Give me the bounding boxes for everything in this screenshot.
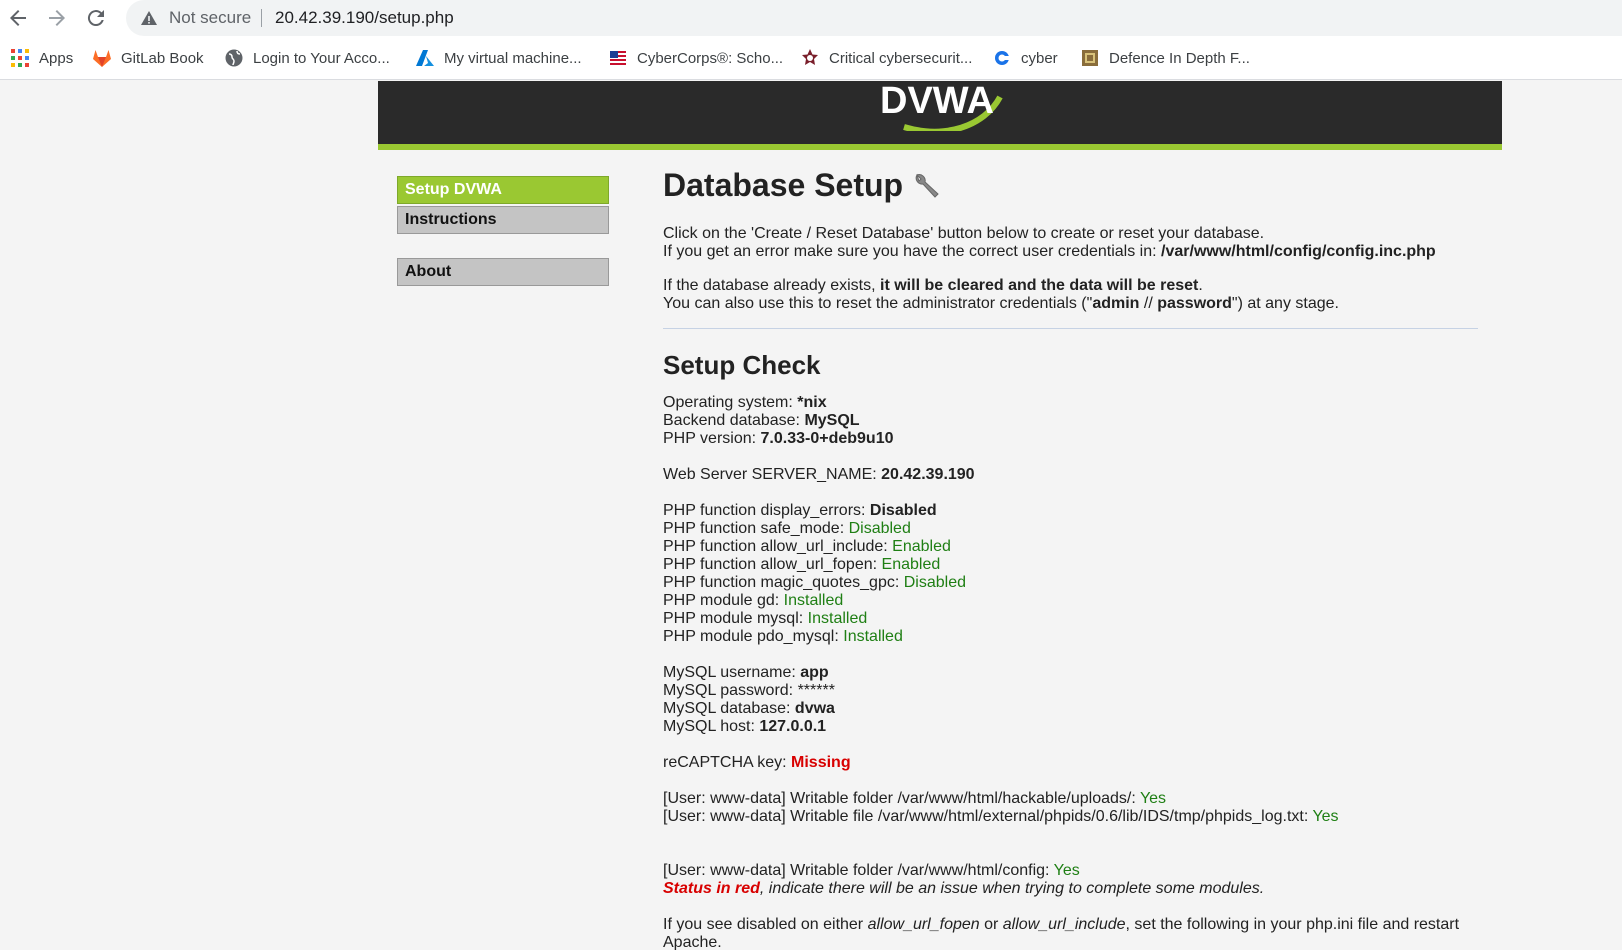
bookmark-critical-cybersecurity[interactable]: Critical cybersecurit... xyxy=(800,46,972,70)
check-display-errors: PHP function display_errors: Disabled xyxy=(663,502,937,519)
bookmark-label: Login to Your Acco... xyxy=(253,49,390,67)
check-db: Backend database: MySQL xyxy=(663,412,860,429)
page-title: Database Setup xyxy=(663,167,941,204)
url-text[interactable]: 20.42.39.190/setup.php xyxy=(275,8,454,28)
bookmark-label: GitLab Book xyxy=(121,49,204,67)
globe-icon xyxy=(224,48,244,68)
forward-arrow-icon[interactable] xyxy=(45,6,69,30)
back-arrow-icon[interactable] xyxy=(6,6,30,30)
bookmark-cyber[interactable]: cyber xyxy=(992,46,1058,70)
bookmark-label: My virtual machine... xyxy=(444,49,582,67)
bookmark-defence-in-depth[interactable]: Defence In Depth F... xyxy=(1080,46,1250,70)
menu-about[interactable]: About xyxy=(397,258,609,286)
intro-line-3: If the database already exists, it will … xyxy=(663,277,1203,294)
bookmark-login-account[interactable]: Login to Your Acco... xyxy=(224,46,390,70)
bookmark-label: Critical cybersecurit... xyxy=(829,49,973,67)
reload-icon[interactable] xyxy=(84,6,108,30)
address-bar[interactable]: Not secure 20.42.39.190/setup.php xyxy=(126,0,1622,36)
security-label[interactable]: Not secure xyxy=(169,8,251,28)
gitlab-icon xyxy=(92,48,112,68)
check-recaptcha: reCAPTCHA key: Missing xyxy=(663,754,851,771)
intro-line-4: You can also use this to reset the admin… xyxy=(663,295,1339,312)
bookmark-label: cyber xyxy=(1021,49,1058,67)
check-os: Operating system: *nix xyxy=(663,394,827,411)
browser-toolbar: Not secure 20.42.39.190/setup.php xyxy=(0,0,1622,36)
section-divider xyxy=(663,328,1478,329)
header-accent-bar xyxy=(378,144,1502,150)
header-banner: DVWA xyxy=(378,81,1502,144)
flag-icon xyxy=(608,48,628,68)
warning-triangle-icon xyxy=(140,9,158,27)
check-config-writable: [User: www-data] Writable folder /var/ww… xyxy=(663,862,1080,879)
php-ini-note: If you see disabled on either allow_url_… xyxy=(663,916,1460,933)
bookmark-apps[interactable]: Apps xyxy=(10,46,73,70)
page-title-text: Database Setup xyxy=(663,167,904,203)
check-module-pdo-mysql: PHP module pdo_mysql: Installed xyxy=(663,628,903,645)
menu-setup-dvwa[interactable]: Setup DVWA xyxy=(397,176,609,204)
check-safe-mode: PHP function safe_mode: Disabled xyxy=(663,520,911,537)
check-module-gd: PHP module gd: Installed xyxy=(663,592,844,609)
menu-instructions[interactable]: Instructions xyxy=(397,206,609,234)
check-module-mysql: PHP module mysql: Installed xyxy=(663,610,868,627)
check-phpids-writable: [User: www-data] Writable file /var/www/… xyxy=(663,808,1339,825)
intro-line-2: If you get an error make sure you have t… xyxy=(663,243,1436,260)
dvwa-page: DVWA Setup DVWA Instructions About Datab… xyxy=(378,81,1502,950)
bookmarks-bar: Apps GitLab Book Login to Your Acco... M… xyxy=(0,36,1622,80)
check-allow-url-include: PHP function allow_url_include: Enabled xyxy=(663,538,951,555)
php-ini-note-2: Apache. xyxy=(663,934,722,950)
bookmark-label: CyberCorps®: Scho... xyxy=(637,49,784,67)
logo-text: DVWA xyxy=(880,81,994,122)
check-uploads-writable: [User: www-data] Writable folder /var/ww… xyxy=(663,790,1167,807)
cyber-icon xyxy=(992,48,1012,68)
status-note: Status in red, indicate there will be an… xyxy=(663,880,1265,897)
omnibox-separator xyxy=(261,9,262,27)
bookmark-virtual-machine[interactable]: My virtual machine... xyxy=(415,46,582,70)
dvwa-logo[interactable]: DVWA xyxy=(874,81,1004,131)
check-server-name: Web Server SERVER_NAME: 20.42.39.190 xyxy=(663,466,975,483)
check-allow-url-fopen: PHP function allow_url_fopen: Enabled xyxy=(663,556,941,573)
intro-line-1: Click on the 'Create / Reset Database' b… xyxy=(663,225,1265,242)
check-mysql-password: MySQL password: ****** xyxy=(663,682,835,699)
check-magic-quotes: PHP function magic_quotes_gpc: Disabled xyxy=(663,574,967,591)
apps-grid-icon xyxy=(10,48,30,68)
setup-check-heading: Setup Check xyxy=(663,350,821,380)
bookmark-label: Defence In Depth F... xyxy=(1109,49,1250,67)
check-mysql-username: MySQL username: app xyxy=(663,664,829,681)
bookmark-cybercorps[interactable]: CyberCorps®: Scho... xyxy=(608,46,783,70)
star-badge-icon xyxy=(800,48,820,68)
check-php-version: PHP version: 7.0.33-0+deb9u10 xyxy=(663,430,894,447)
bookmark-label: Apps xyxy=(39,49,74,67)
check-mysql-database: MySQL database: dvwa xyxy=(663,700,835,717)
doc-icon xyxy=(1080,48,1100,68)
azure-icon xyxy=(415,48,435,68)
bookmark-gitlab-book[interactable]: GitLab Book xyxy=(92,46,204,70)
check-mysql-host: MySQL host: 127.0.0.1 xyxy=(663,718,827,735)
wrench-icon xyxy=(911,171,941,201)
